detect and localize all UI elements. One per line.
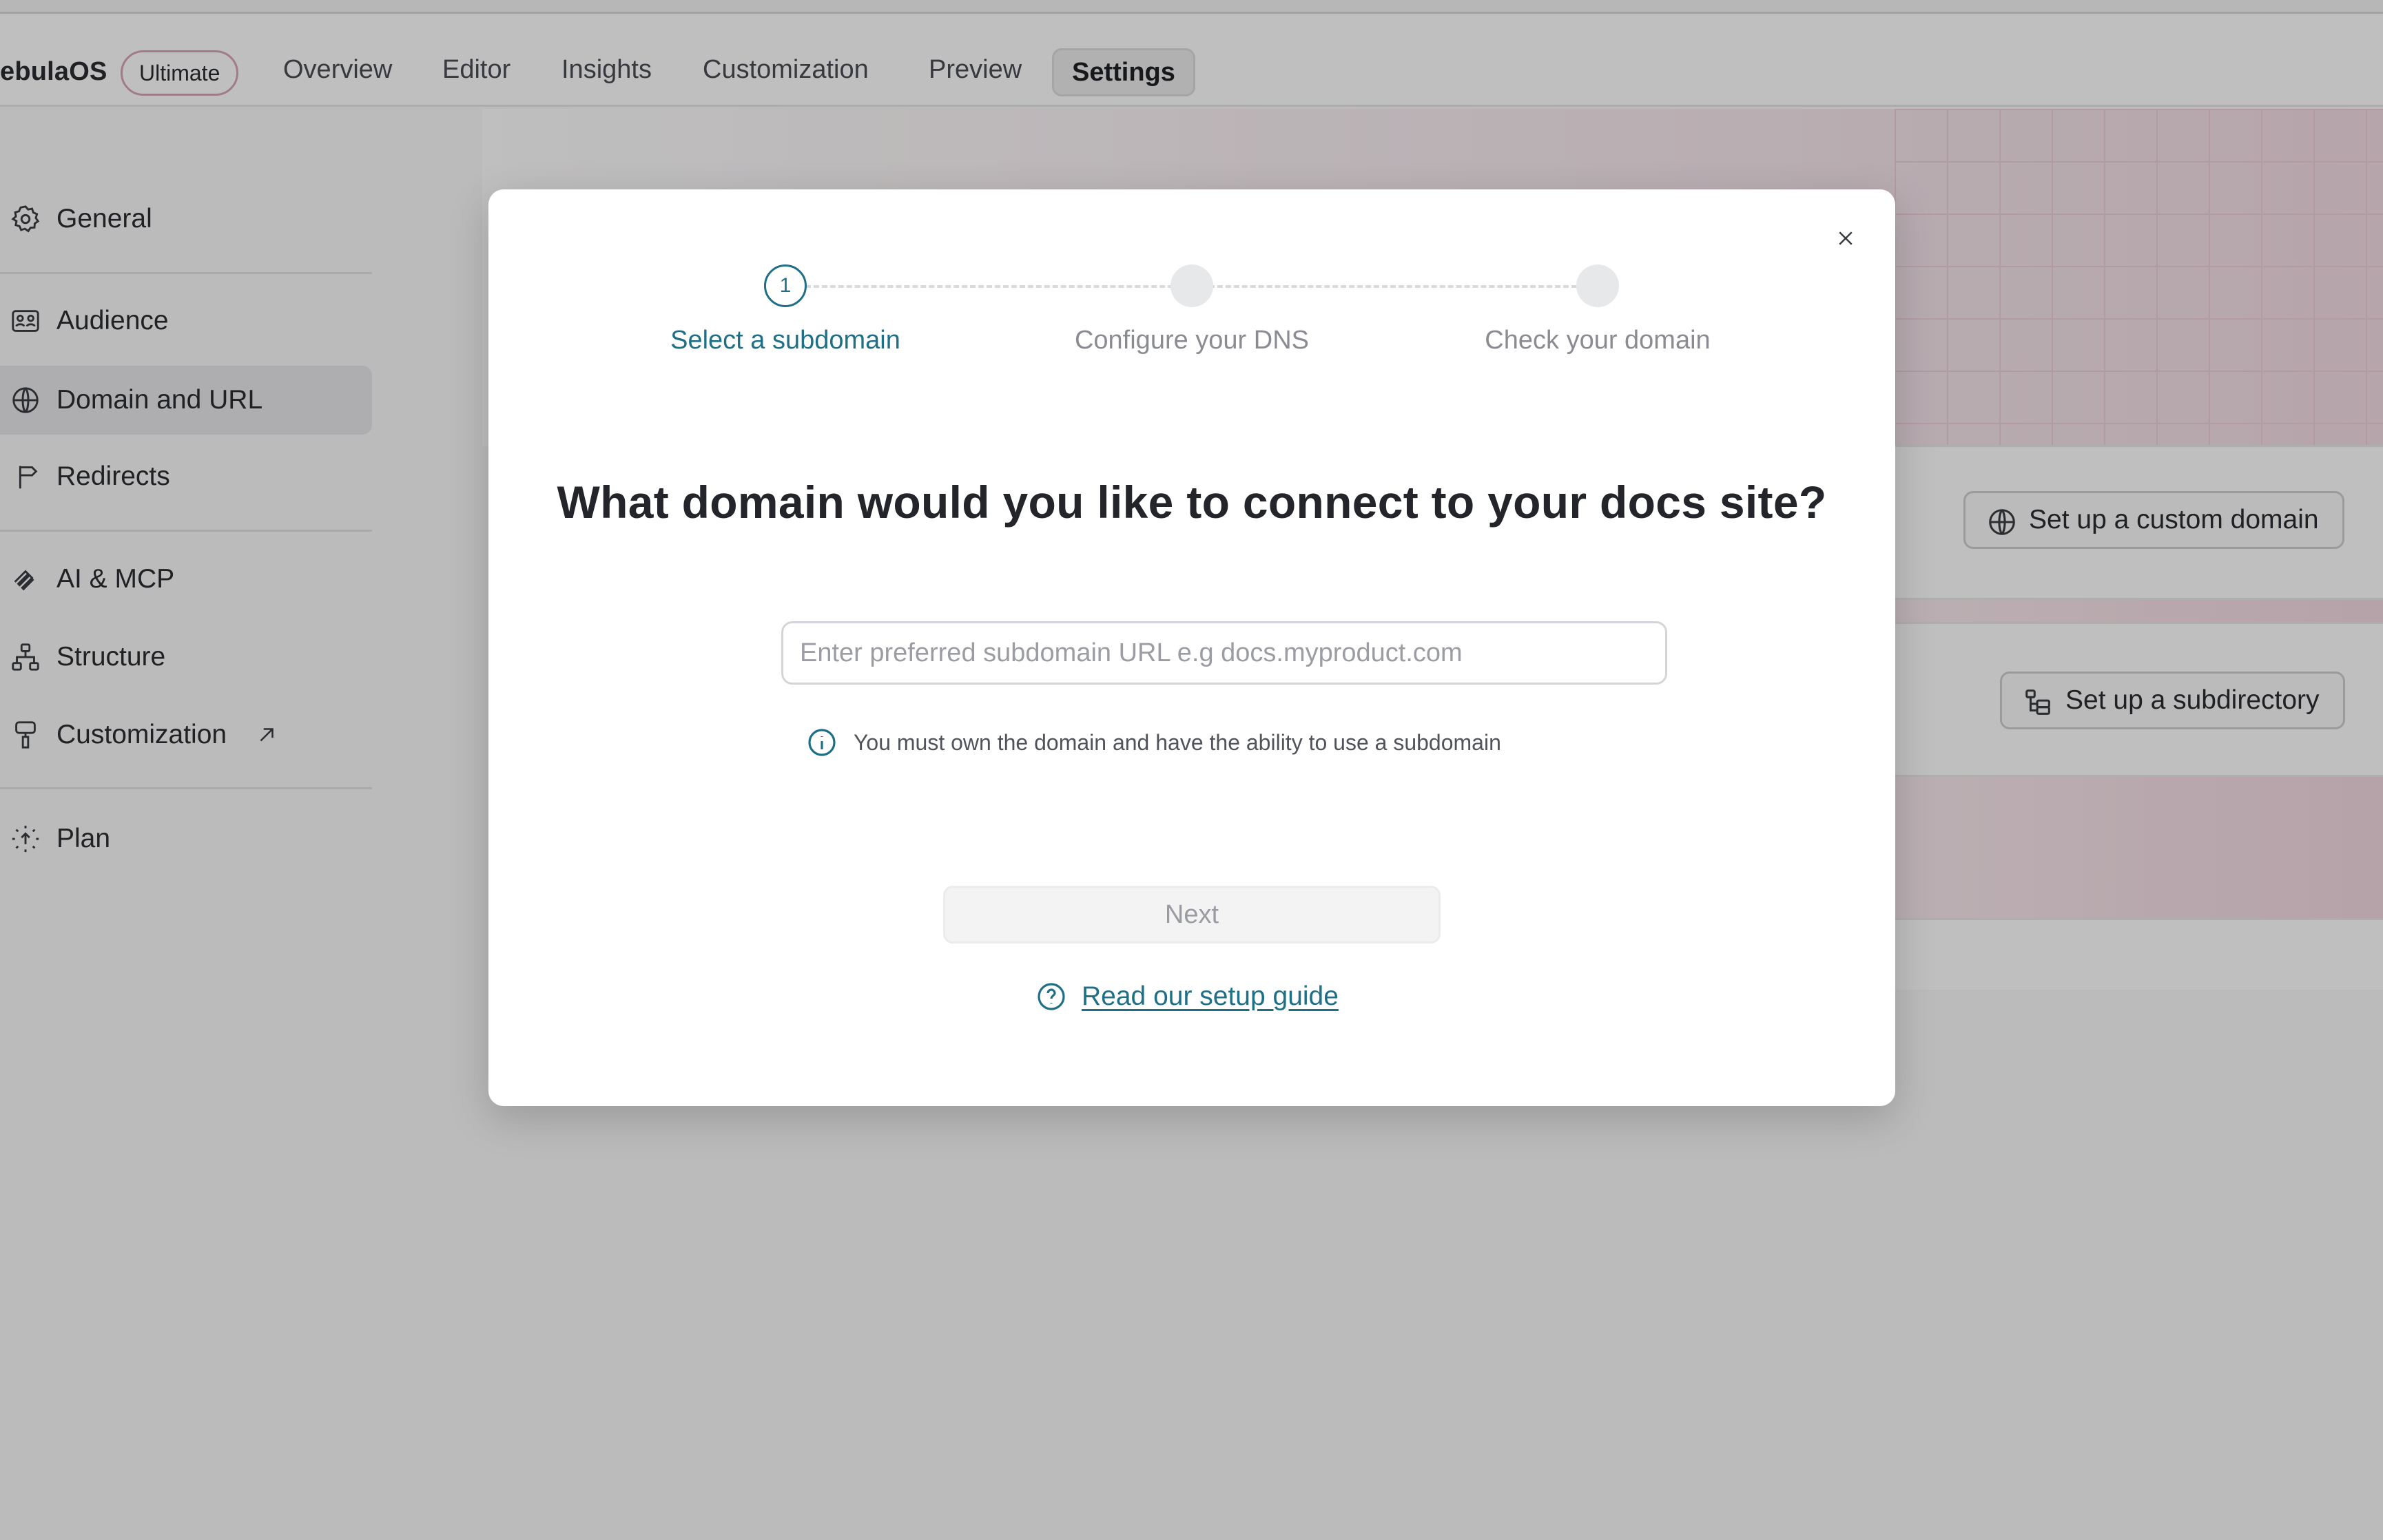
setup-guide: Read our setup guide [1035, 980, 1339, 1013]
step-3-indicator [1576, 264, 1619, 307]
setup-guide-link[interactable]: Read our setup guide [1082, 981, 1339, 1012]
step-2-indicator [1170, 264, 1213, 307]
modal-title: What domain would you like to connect to… [557, 477, 1827, 528]
step-1-indicator: 1 [764, 264, 807, 307]
step-1-label: Select a subdomain [670, 326, 900, 355]
subdomain-input[interactable] [781, 621, 1667, 685]
close-icon [1839, 231, 1853, 245]
connect-domain-modal: 1 Select a subdomain Configure your DNS … [488, 189, 1895, 1106]
next-button[interactable]: Next [943, 886, 1441, 944]
step-2-label: Configure your DNS [1074, 326, 1310, 355]
app-window: ebulaOS Ultimate Overview Editor Insight… [0, 0, 2383, 1540]
info-icon [808, 729, 836, 756]
help-icon [1038, 983, 1065, 1010]
step-3-label: Check your domain [1485, 326, 1711, 355]
close-button[interactable] [1826, 219, 1865, 258]
ownership-hint: You must own the domain and have the abi… [805, 726, 1501, 759]
hint-text: You must own the domain and have the abi… [854, 729, 1501, 755]
